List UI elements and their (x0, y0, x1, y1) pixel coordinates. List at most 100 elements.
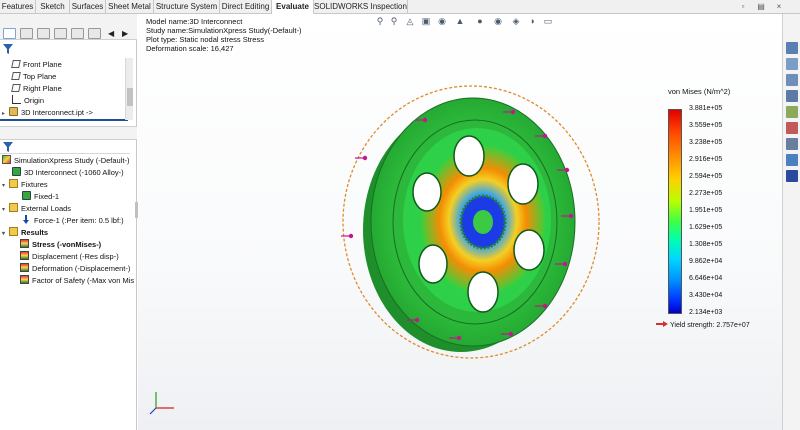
previous-view-icon[interactable]: ◬ (404, 16, 416, 27)
simulation-icon[interactable] (786, 170, 798, 182)
plane-icon (11, 60, 21, 68)
yield-strength-indicator: Yield strength: 2.757e+07 (656, 321, 750, 329)
external-loads-folder-icon (9, 203, 18, 212)
tree-item-deformation[interactable]: Deformation (-Displacement-) (20, 263, 130, 275)
collapse-arrow-icon[interactable]: ▾ (2, 180, 9, 192)
tree-item-front-plane[interactable]: Front Plane (11, 59, 62, 71)
configuration-manager-tab[interactable] (37, 28, 50, 39)
chevron-left-icon[interactable]: ◀ (108, 29, 114, 38)
collapse-arrow-icon[interactable]: ▾ (2, 228, 9, 240)
feature-tree-scrollbar[interactable] (125, 58, 133, 120)
origin-icon (12, 95, 21, 104)
design-library-icon[interactable] (786, 74, 798, 86)
tree-item-study[interactable]: SimulationXpress Study (-Default-) (2, 155, 129, 167)
tree-item-external-loads[interactable]: ▾ External Loads (2, 203, 71, 215)
tree-item-displacement[interactable]: Displacement (-Res disp-) (20, 251, 119, 263)
selection-highlight (0, 119, 128, 121)
close-icon[interactable]: × (774, 2, 784, 12)
chevron-right-icon[interactable]: ▶ (122, 29, 128, 38)
tree-item-stress[interactable]: Stress (-vonMises-) (20, 239, 101, 251)
legend-label: 3.430e+04 (689, 292, 723, 299)
tab-sheet-metal[interactable]: Sheet Metal (106, 0, 154, 14)
hide-show-items-icon[interactable]: ◉ (492, 16, 504, 27)
tab-features[interactable]: Features (0, 0, 36, 14)
hub-center (473, 210, 493, 234)
scrollbar-thumb[interactable] (127, 88, 133, 106)
legend-label: 3.238e+05 (689, 139, 723, 146)
tree-item-factor-of-safety[interactable]: Factor of Safety (-Max von Mis (20, 275, 136, 287)
dimxpert-manager-tab[interactable] (54, 28, 67, 39)
panel-toolbar: ◀ ▶ (0, 14, 137, 40)
tab-solidworks-inspection[interactable]: SOLIDWORKS Inspection (314, 0, 408, 14)
section-view-icon[interactable]: ▣ (420, 16, 432, 27)
display-style-icon[interactable]: ● (474, 16, 486, 27)
tree-item-part-material[interactable]: 3D Interconnect (-1060 Alloy-) (12, 167, 124, 179)
legend-label: 2.594e+05 (689, 173, 723, 180)
graphics-area[interactable]: Model name:3D Interconnect Study name:Si… (138, 14, 782, 430)
view-palette-icon[interactable] (786, 106, 798, 118)
heads-up-toolbar: ⚲ ⚲ ◬ ▣ ◉ ▲ ● ◉ ◈ ◑ ▭ (374, 16, 554, 28)
stress-plot-icon (20, 239, 29, 248)
fixture-icon (22, 191, 31, 200)
legend-label: 2.134e+03 (689, 309, 723, 316)
view-orientation-icon[interactable]: ▲ (454, 16, 466, 27)
plane-icon (11, 72, 21, 80)
legend-title: von Mises (N/m^2) (668, 87, 731, 96)
part-check-icon (12, 167, 21, 176)
displacement-plot-icon (20, 251, 29, 260)
resources-icon[interactable] (786, 58, 798, 70)
stress-plot-model[interactable] (333, 84, 603, 364)
filter-icon[interactable] (3, 142, 13, 152)
collapse-arrow-icon[interactable]: ▾ (2, 204, 9, 216)
apply-scene-icon[interactable]: ◑ (526, 16, 538, 27)
tree-item-part[interactable]: ▸ 3D Interconnect.ipt -> (2, 107, 93, 119)
tree-item-fixtures[interactable]: ▾ Fixtures (2, 179, 48, 191)
tree-item-fixed-1[interactable]: Fixed-1 (22, 191, 59, 203)
zoom-to-area-icon[interactable]: ⚲ (388, 16, 400, 27)
legend-colorbar (668, 109, 682, 314)
zoom-to-fit-icon[interactable]: ⚲ (374, 16, 386, 27)
part-icon (9, 107, 18, 116)
yield-arrow-icon (656, 321, 668, 327)
legend-label: 2.916e+05 (689, 156, 723, 163)
legend-label: 6.646e+04 (689, 275, 723, 282)
home-icon[interactable] (786, 42, 798, 54)
tab-surfaces[interactable]: Surfaces (70, 0, 106, 14)
cam-manager-tab[interactable] (88, 28, 101, 39)
deformation-plot-icon (20, 263, 29, 272)
tab-structure-system[interactable]: Structure System (154, 0, 220, 14)
tree-item-right-plane[interactable]: Right Plane (11, 83, 62, 95)
task-pane-tabs (782, 14, 800, 430)
factor-of-safety-plot-icon (20, 275, 29, 284)
property-manager-tab[interactable] (20, 28, 33, 39)
fixtures-folder-icon (9, 179, 18, 188)
plane-icon (11, 84, 21, 92)
tree-item-top-plane[interactable]: Top Plane (11, 71, 56, 83)
legend-label: 1.951e+05 (689, 207, 723, 214)
tree-item-results[interactable]: ▾ Results (2, 227, 48, 239)
file-explorer-icon[interactable] (786, 90, 798, 102)
feature-manager-tab[interactable] (3, 28, 16, 39)
legend-label: 9.862e+04 (689, 258, 723, 265)
edit-appearance-icon[interactable]: ◈ (510, 16, 522, 27)
results-folder-icon (9, 227, 18, 236)
dynamic-annotation-icon[interactable]: ◉ (436, 16, 448, 27)
tab-evaluate[interactable]: Evaluate (272, 0, 314, 14)
minimize-icon[interactable]: ▫ (738, 2, 748, 12)
custom-properties-icon[interactable] (786, 138, 798, 150)
filter-icon[interactable] (3, 44, 13, 54)
display-manager-tab[interactable] (71, 28, 84, 39)
splitter-bar[interactable] (0, 126, 137, 140)
appearances-icon[interactable] (786, 122, 798, 134)
tab-sketch[interactable]: Sketch (36, 0, 70, 14)
tree-item-origin[interactable]: Origin (12, 95, 44, 107)
tree-item-force-1[interactable]: Force-1 (:Per item: 0.5 lbf:) (22, 215, 124, 227)
legend-label: 1.629e+05 (689, 224, 723, 231)
view-settings-icon[interactable]: ▭ (542, 16, 554, 27)
simulation-study-icon (2, 155, 11, 164)
restore-icon[interactable]: ▤ (756, 2, 766, 12)
legend-label: 1.308e+05 (689, 241, 723, 248)
tab-direct-editing[interactable]: Direct Editing (220, 0, 272, 14)
solidworks-forum-icon[interactable] (786, 154, 798, 166)
legend-label: 2.273e+05 (689, 190, 723, 197)
